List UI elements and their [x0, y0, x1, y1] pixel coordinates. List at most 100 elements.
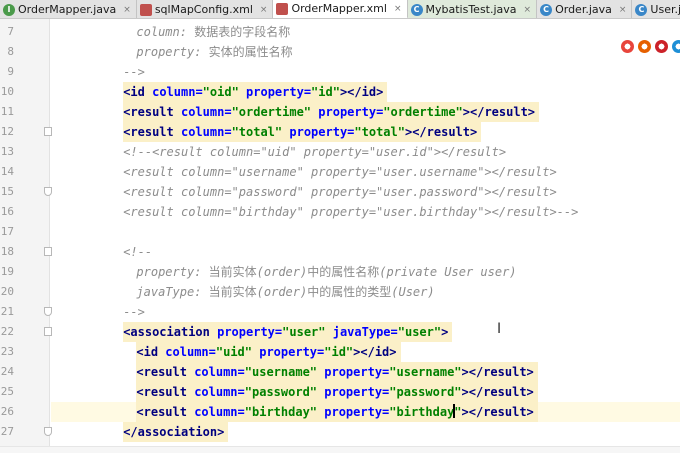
code-token: "ordertime"	[231, 105, 312, 119]
text-cursor-icon: I	[497, 321, 502, 337]
code-text: javaType: 当前实体(order)中的属性的类型(User)	[136, 282, 434, 302]
ie-icon[interactable]	[672, 40, 680, 53]
fold-marker-icon[interactable]	[44, 427, 52, 436]
code-token: <result	[123, 105, 181, 119]
code-text: <association property="user" javaType="u…	[123, 322, 453, 342]
close-icon[interactable]: ×	[123, 5, 131, 15]
code-token: property:	[136, 45, 209, 59]
tab-sqlmapconfig-xml[interactable]: sqlMapConfig.xml ×	[136, 0, 274, 18]
tab-ordermapper-java[interactable]: I OrderMapper.java ×	[0, 0, 137, 18]
code-token: (order)	[256, 265, 308, 279]
close-icon[interactable]: ×	[524, 5, 532, 15]
line-number: 23	[0, 345, 14, 358]
close-icon[interactable]: ×	[619, 5, 627, 15]
firefox-icon[interactable]	[638, 40, 651, 53]
code-line[interactable]: 17	[0, 222, 680, 242]
code-token: "total"	[354, 125, 405, 139]
code-line[interactable]: 21 -->	[0, 302, 680, 322]
fold-marker-icon[interactable]	[44, 127, 52, 136]
code-line[interactable]: 9 -->	[0, 62, 680, 82]
code-line[interactable]: 11 <result column="ordertime" property="o…	[0, 102, 680, 122]
fold-marker-icon[interactable]	[44, 327, 52, 336]
code-line[interactable]: 14 <result column="username" property="us…	[0, 162, 680, 182]
tab-label: OrderMapper.xml	[291, 2, 387, 15]
tab-label: MybatisTest.java	[425, 3, 517, 16]
tab-user-java[interactable]: CUser.java×	[632, 0, 680, 18]
line-number: 25	[0, 385, 14, 398]
line-number: 27	[0, 425, 14, 438]
code-token: property=	[317, 365, 390, 379]
fold-marker-icon[interactable]	[44, 187, 52, 196]
code-line[interactable]: 16 <result column="birthday" property="us…	[0, 202, 680, 222]
code-line[interactable]: 10 <id column="oid" property="id"></id>	[0, 82, 680, 102]
opera-icon[interactable]	[655, 40, 668, 53]
code-token: "birthday	[389, 405, 455, 419]
code-token: "username"	[244, 365, 318, 379]
code-line[interactable]: 8 property: 实体的属性名称	[0, 42, 680, 62]
code-line[interactable]: 19 property: 当前实体(order)中的属性名称(private Us…	[0, 262, 680, 282]
code-line[interactable]: 7 column: 数据表的字段名称	[0, 22, 680, 42]
code-token: ></id>	[339, 85, 384, 99]
code-line[interactable]: 20 javaType: 当前实体(order)中的属性的类型(User)	[0, 282, 680, 302]
code-line[interactable]: 23 <id column="uid" property="id"></id>	[0, 342, 680, 362]
close-icon[interactable]: ×	[394, 4, 402, 14]
class-icon: C	[540, 3, 553, 16]
code-line[interactable]: 15 <result column="password" property="us…	[0, 182, 680, 202]
editor-tab-bar: I OrderMapper.java × sqlMapConfig.xml × Order…	[0, 0, 680, 19]
line-number: 9	[7, 65, 14, 78]
code-token: "id"	[311, 85, 340, 99]
xml-icon	[276, 2, 289, 15]
line-number: 16	[0, 205, 14, 218]
code-token: 当前实体	[208, 265, 257, 279]
code-token: "user"	[282, 325, 326, 339]
code-line[interactable]: 24 <result column="username" property="us…	[0, 362, 680, 382]
chrome-icon[interactable]	[621, 40, 634, 53]
fold-marker-icon[interactable]	[44, 247, 52, 256]
code-line[interactable]: 25 <result column="password" property="pa…	[0, 382, 680, 402]
close-icon[interactable]: ×	[260, 5, 268, 15]
code-token: <result	[136, 405, 195, 419]
code-token: <id	[136, 345, 166, 359]
code-token: 数据表的字段名称	[194, 25, 291, 39]
code-line[interactable]: 13 <!--<result column="uid" property="use…	[0, 142, 680, 162]
code-token: column=	[165, 345, 216, 359]
code-text: <result column="password" property="user…	[123, 182, 556, 202]
tab-order-java[interactable]: C Order.java ×	[537, 0, 633, 18]
code-text: -->	[123, 302, 145, 322]
code-line[interactable]: 18 <!--	[0, 242, 680, 262]
line-number: 15	[0, 185, 14, 198]
code-token: -->	[123, 65, 145, 79]
code-token: column=	[194, 385, 245, 399]
code-editor[interactable]: 7 column: 数据表的字段名称 8 property: 实体的属性名称 9 --> 1…	[0, 19, 680, 453]
fold-marker-icon[interactable]	[44, 307, 52, 316]
code-token: property=	[317, 385, 390, 399]
code-token: javaType:	[136, 285, 209, 299]
line-number: 11	[0, 105, 14, 118]
code-token: "birthday"	[244, 405, 318, 419]
code-token: "password"	[389, 385, 462, 399]
code-token: "username"	[389, 365, 462, 379]
interface-icon: I	[3, 3, 15, 16]
line-number: 24	[0, 365, 14, 378]
code-line[interactable]: 27 </association>	[0, 422, 680, 442]
code-token: -->	[123, 305, 145, 319]
code-token: column=	[194, 365, 245, 379]
code-line[interactable]: 26 <result column="birthday" property="bi…	[0, 402, 680, 422]
code-text: -->	[123, 62, 145, 82]
line-number: 26	[0, 405, 14, 418]
tab-mybatistest-java[interactable]: C MybatisTest.java ×	[407, 0, 538, 18]
xml-icon	[139, 3, 152, 16]
code-text: <id column="oid" property="id"></id>	[123, 82, 388, 102]
line-number: 22	[0, 325, 14, 338]
horizontal-scrollbar[interactable]	[0, 446, 680, 453]
code-token: (private User user)	[379, 265, 517, 279]
code-token: (order)	[256, 285, 308, 299]
code-token: column=	[180, 125, 232, 139]
code-line[interactable]: 12 <result column="total" property="total…	[0, 122, 680, 142]
code-token: property=	[217, 325, 283, 339]
tab-ordermapper-xml[interactable]: OrderMapper.xml ×	[273, 0, 408, 18]
code-token: ></result>	[404, 125, 478, 139]
code-token: property=	[238, 85, 312, 99]
code-line[interactable]: 22 <association property="user" javaType=…	[0, 322, 680, 342]
line-number: 21	[0, 305, 14, 318]
